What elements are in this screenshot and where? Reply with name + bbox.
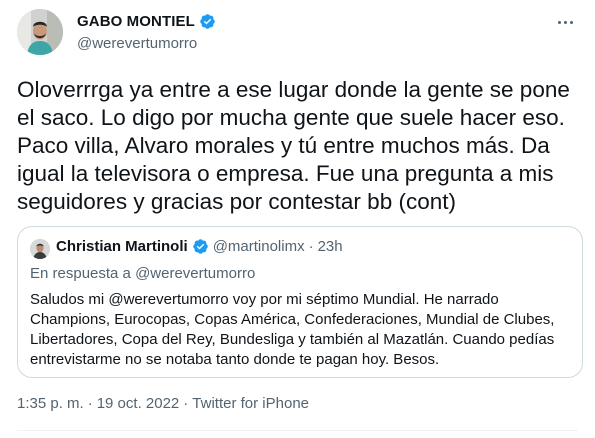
author-avatar[interactable] bbox=[17, 9, 63, 55]
author-block: GABO MONTIEL @werevertumorro bbox=[77, 11, 216, 52]
quoted-header: Christian Martinoli @martinolimx · 23h bbox=[56, 238, 343, 255]
more-options-icon[interactable] bbox=[553, 14, 577, 30]
tweet-date[interactable]: 19 oct. 2022 bbox=[97, 395, 180, 412]
quoted-author-handle: @martinolimx bbox=[212, 238, 305, 255]
tweet-time[interactable]: 1:35 p. m. bbox=[17, 395, 84, 412]
divider bbox=[17, 430, 578, 431]
quoted-separator: · bbox=[308, 238, 314, 255]
author-handle[interactable]: @werevertumorro bbox=[77, 35, 216, 52]
quoted-timestamp: 23h bbox=[317, 238, 343, 255]
quoted-author-name: Christian Martinoli bbox=[56, 238, 188, 255]
tweet-source[interactable]: Twitter for iPhone bbox=[192, 395, 309, 412]
meta-separator: · bbox=[183, 395, 189, 412]
quoted-tweet-text: Saludos mi @werevertumorro voy por mi sé… bbox=[30, 291, 555, 368]
quoted-reply-context: En respuesta a @werevertumorro bbox=[30, 265, 256, 282]
verified-badge-icon bbox=[192, 239, 208, 254]
author-display-name[interactable]: GABO MONTIEL bbox=[77, 13, 195, 30]
quoted-tweet[interactable]: Christian Martinoli @martinolimx · 23h E… bbox=[17, 226, 583, 378]
tweet-card: GABO MONTIEL @werevertumorro Oloverrrga … bbox=[0, 0, 595, 438]
tweet-text: Oloverrrga ya entre a ese lugar donde la… bbox=[17, 77, 570, 214]
tweet-metadata: 1:35 p. m. · 19 oct. 2022 · Twitter for … bbox=[17, 395, 309, 412]
meta-separator: · bbox=[87, 395, 93, 412]
verified-badge-icon bbox=[200, 13, 215, 29]
author-name-row: GABO MONTIEL bbox=[77, 11, 216, 31]
quoted-author-avatar[interactable] bbox=[30, 239, 50, 259]
